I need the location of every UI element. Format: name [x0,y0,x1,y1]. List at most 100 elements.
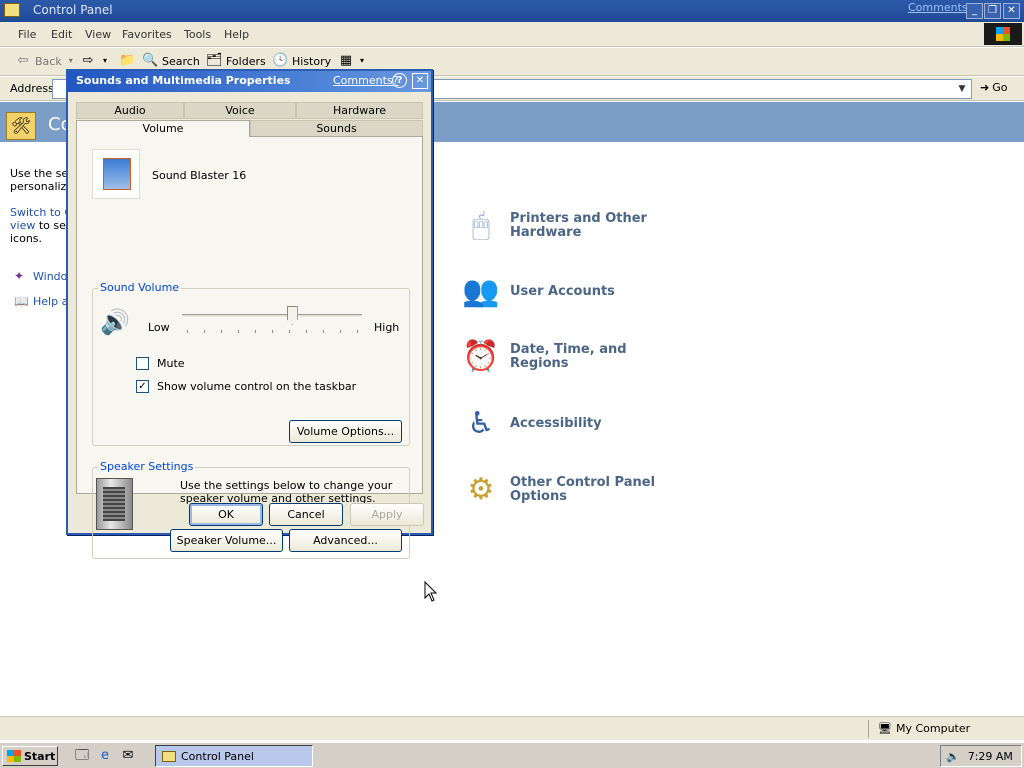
status-zone: 🖥 My Computer [878,722,970,735]
slider-tick [238,330,239,333]
switch-view-line2[interactable]: view [10,219,35,232]
start-button[interactable]: Start [2,746,58,766]
category-label: User Accounts [510,284,615,299]
history-button[interactable]: 🕓 History [272,54,331,68]
volume-slider-track[interactable] [182,314,362,318]
speaker-icon [96,478,133,530]
switch-view-line3: icons. [10,232,43,245]
menu-bar: File Edit View Favorites Tools Help [0,22,1024,47]
folders-button[interactable]: 🗂 Folders [206,54,266,68]
menu-tools[interactable]: Tools [184,28,211,41]
switch-view-line1[interactable]: Switch to Cl [10,206,68,219]
sidebar-description-line2: personalize [10,180,68,193]
up-folder-button[interactable]: 📁 [119,54,135,68]
mute-checkbox[interactable] [136,357,149,370]
status-zone-label: My Computer [895,722,971,735]
menu-file[interactable]: File [18,28,36,41]
go-button[interactable]: ➜ Go [980,81,1007,94]
sidebar-description: Use the set personalize [10,167,68,193]
address-label: Address [10,82,54,95]
window-titlebar: Control Panel Comments? _ ❐ ✕ [0,0,1024,22]
volume-tab-panel: Sound Blaster 16 Sound Volume 🔊 Low High… [76,136,423,559]
history-icon: 🕓 [272,53,289,68]
windows-logo [984,23,1022,45]
back-button[interactable]: ⇦ Back ▾ [15,54,76,68]
advanced-button[interactable]: Advanced... [289,529,402,552]
help-link[interactable]: 📖 Help a [14,294,68,308]
menu-help[interactable]: Help [224,28,249,41]
views-button[interactable]: ▦ ▾ [338,54,366,68]
back-label: Back [35,54,62,68]
status-bar: 🖥 My Computer [0,716,1024,740]
tab-audio[interactable]: Audio [76,102,184,119]
sidebar-description-line1: Use the set [10,167,68,180]
help-book-icon: 📖 [14,294,29,308]
speaker-volume-button[interactable]: Speaker Volume... [170,529,283,552]
windows-update-label: Windo [33,269,68,283]
sounds-multimedia-dialog: Sounds and Multimedia Properties Comment… [66,69,433,559]
help-icon[interactable]: ? [392,73,407,88]
comments-link[interactable]: Comments? [908,1,973,14]
clock-icon: ⏰ [462,339,500,374]
dialog-close-icon[interactable]: ✕ [412,73,428,89]
volume-tray-icon[interactable]: 🔈 [946,750,960,763]
category-date-time[interactable]: ⏰ Date, Time, and Regions [460,336,627,378]
slider-tick [340,330,341,333]
restore-button[interactable]: ❐ [984,3,1001,19]
forward-arrow-icon: ⇨ [82,53,94,68]
control-panel-app-icon [4,3,20,17]
category-user-accounts[interactable]: 👥 User Accounts [460,271,615,313]
control-panel-icon: 🛠 [6,112,36,140]
show-volume-checkbox[interactable]: ✓ [136,380,149,393]
category-printers-hardware[interactable]: 🖱 Printers and Other Hardware [460,205,647,247]
go-label: Go [992,81,1008,94]
windows-update-link[interactable]: ✦ Windo [14,269,67,283]
control-panel-task-icon [162,750,176,762]
slider-tick [306,330,307,333]
menu-view[interactable]: View [85,28,111,41]
folder-gear-icon: ⚙ [467,472,495,507]
ok-button[interactable]: OK [189,503,263,526]
tab-sounds[interactable]: Sounds [250,120,423,137]
switch-view-suffix: to see [38,219,68,232]
accessibility-icon: ♿ [467,406,495,441]
show-desktop-icon[interactable]: 🗔 [74,748,90,764]
switch-view-link[interactable]: Switch to Cl view to see icons. [10,206,68,245]
cancel-button[interactable]: Cancel [269,503,343,526]
slider-tick [204,330,205,333]
slider-tick [255,330,256,333]
volume-options-button[interactable]: Volume Options... [289,420,402,443]
outlook-express-icon[interactable]: ✉ [120,748,136,764]
menu-edit[interactable]: Edit [51,28,72,41]
category-other-options[interactable]: ⚙ Other Control Panel Options [460,469,655,511]
tab-hardware[interactable]: Hardware [296,102,423,119]
windows-flag-icon [7,750,21,762]
category-label: Date, Time, and Regions [510,342,627,371]
minimize-button[interactable]: _ [966,3,983,19]
forward-dropdown-icon[interactable]: ▾ [100,54,110,68]
dialog-title: Sounds and Multimedia Properties [76,74,291,87]
up-folder-icon: 📁 [119,53,136,68]
mouse-cursor-icon [424,581,438,602]
address-dropdown-icon[interactable]: ▼ [953,80,971,98]
search-label: Search [162,54,200,68]
taskbar-control-panel[interactable]: Control Panel [155,745,313,767]
apply-button[interactable]: Apply [350,503,424,526]
system-tray: 🔈 7:29 AM [940,745,1022,767]
category-label: Accessibility [510,416,602,431]
back-dropdown-icon[interactable]: ▾ [66,54,76,68]
slider-tick [272,330,273,333]
slider-tick [289,330,290,333]
search-button[interactable]: 🔍 Search [142,54,200,68]
forward-button[interactable]: ⇨ ▾ [80,54,110,68]
dialog-comments-link[interactable]: Comments? [333,74,398,87]
tab-voice[interactable]: Voice [184,102,296,119]
close-button[interactable]: ✕ [1003,3,1020,19]
internet-explorer-icon[interactable]: e [97,748,113,764]
category-accessibility[interactable]: ♿ Accessibility [460,403,602,445]
clock: 7:29 AM [967,749,1013,763]
go-arrow-icon: ➜ [980,81,990,94]
menu-favorites[interactable]: Favorites [122,28,172,41]
category-label: Printers and Other Hardware [510,211,647,240]
tab-volume[interactable]: Volume [76,120,250,137]
